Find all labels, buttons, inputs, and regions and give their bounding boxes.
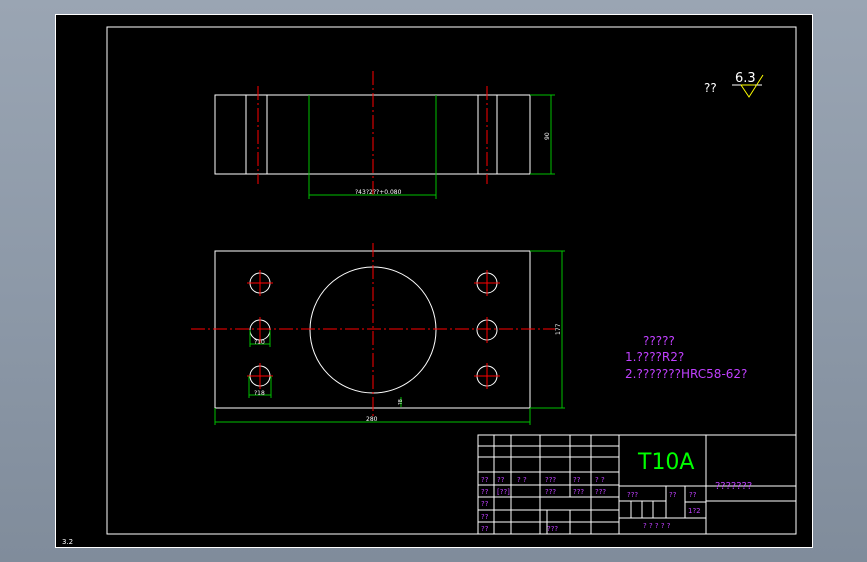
notes-line-1: 1.????R2? bbox=[625, 350, 684, 364]
plan-height-dim: 177 bbox=[555, 323, 562, 335]
hole-dim-b: ?18 bbox=[254, 390, 265, 397]
title-block: T10A ??????? ?? ?? ? ? ??? ?? ? ? ?? [??… bbox=[477, 434, 797, 535]
center-bore bbox=[309, 266, 437, 394]
tb-cell: ?? bbox=[573, 476, 581, 484]
tb-cell: ?? bbox=[481, 513, 489, 521]
material-label: T10A bbox=[637, 450, 694, 475]
roughness-label: ?? bbox=[704, 81, 717, 95]
tb-sheet: ? ? ? ? ? bbox=[643, 522, 671, 530]
hole-dim-a: ?10 bbox=[254, 339, 265, 346]
tb-cell: ??? bbox=[595, 488, 606, 496]
tb-scale-value: 1?2 bbox=[688, 507, 701, 515]
tb-scale: ?? bbox=[689, 491, 697, 499]
tb-cell: [??] bbox=[497, 488, 510, 496]
roughness-symbol: ?? 6.3 bbox=[704, 71, 764, 98]
tb-cell: ??? bbox=[545, 488, 556, 496]
front-height-dim: 90 bbox=[544, 132, 551, 140]
tb-stage: ??? bbox=[627, 491, 638, 499]
drawing-name: ??????? bbox=[715, 481, 752, 492]
tb-cell: ?? bbox=[481, 488, 489, 496]
notes-line-2: 2.???????HRC58-62? bbox=[625, 367, 747, 381]
tb-cell: ?? bbox=[481, 500, 489, 508]
tb-cell: ? ? bbox=[517, 476, 527, 484]
tb-cell: ? ? bbox=[595, 476, 605, 484]
plan-width-dim: 280 bbox=[366, 416, 378, 423]
technical-notes: ????? 1.????R2? 2.???????HRC58-62? bbox=[625, 334, 747, 381]
roughness-value: 6.3 bbox=[735, 71, 756, 86]
tb-cell: ?? bbox=[497, 476, 505, 484]
front-width-dim: ?43?2??+0.080 bbox=[355, 189, 402, 196]
tb-weight: ?? bbox=[669, 491, 677, 499]
plan-view: ?10 ?18 ?8 280 177 bbox=[191, 243, 565, 425]
tb-cell: ??? bbox=[545, 476, 556, 484]
front-view: ?43?2??+0.080 90 bbox=[214, 71, 555, 199]
corner-tag: 3.2 bbox=[62, 538, 73, 546]
notes-heading: ????? bbox=[643, 334, 675, 348]
plate-tag: ?8 bbox=[398, 399, 404, 405]
outer-frame bbox=[55, 14, 813, 548]
drawing-canvas: ?43?2??+0.080 90 ?10 ?18 ?8 280 177 ?? 6… bbox=[55, 14, 813, 548]
tb-cell: ?? bbox=[481, 525, 489, 533]
tb-cell: ??? bbox=[573, 488, 584, 496]
tb-cell: ?? bbox=[481, 476, 489, 484]
tb-cell: ??? bbox=[547, 525, 558, 533]
